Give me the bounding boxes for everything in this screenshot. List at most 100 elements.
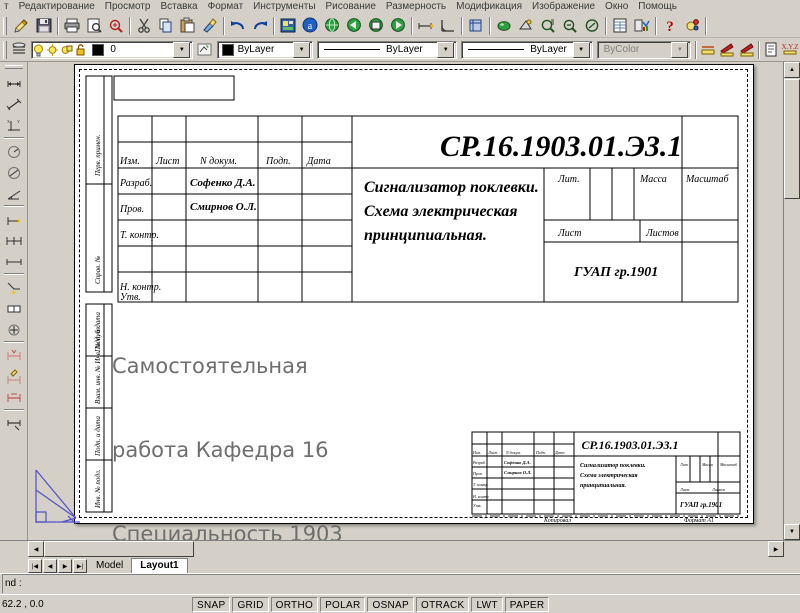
command-prompt[interactable]: nd : <box>2 574 800 593</box>
sun-icon[interactable] <box>46 43 59 57</box>
plot-icon[interactable] <box>699 39 718 60</box>
copy-icon[interactable] <box>155 15 177 36</box>
plotstyle-control-combo[interactable]: ByColor ▼ <box>596 40 692 59</box>
ucs-icon[interactable] <box>465 15 487 36</box>
scroll-down-button[interactable]: ▼ <box>784 524 800 540</box>
zoom-previous-icon[interactable] <box>559 15 581 36</box>
dimension-update-icon[interactable] <box>3 387 25 408</box>
make-current-icon[interactable] <box>195 39 214 60</box>
scroll-left-button[interactable]: ◀ <box>28 541 44 557</box>
vertical-scrollbar[interactable]: ▲ ▼ <box>783 62 800 540</box>
dimension-edit-icon[interactable] <box>3 345 25 366</box>
menu-item-0[interactable]: т <box>2 0 14 14</box>
status-toggle-ortho[interactable]: ORTHO <box>270 596 319 612</box>
layer-control-combo[interactable]: 0 ▼ <box>31 40 194 59</box>
drawing-canvas[interactable]: СР.16.1903.01.Э3.1 Сигнализатор поклевки… <box>28 62 800 540</box>
lock-icon[interactable] <box>74 43 87 57</box>
toolbar-grip[interactable] <box>4 64 23 71</box>
next-tab-icon[interactable]: ▶ <box>58 559 72 573</box>
angle-icon[interactable] <box>437 15 459 36</box>
dimension-text-edit-icon[interactable] <box>3 366 25 387</box>
menu-item-insert[interactable]: Вставка <box>155 0 202 14</box>
freeze-icon[interactable] <box>60 43 73 57</box>
light-bulb-icon[interactable] <box>32 43 45 57</box>
plot-device-icon[interactable] <box>718 39 737 60</box>
scroll-up-button[interactable]: ▲ <box>784 62 800 78</box>
attribute-icon[interactable]: a <box>299 15 321 36</box>
menu-item-view[interactable]: Просмотр <box>100 0 156 14</box>
web-back-icon[interactable] <box>343 15 365 36</box>
zoom-window-icon[interactable] <box>537 15 559 36</box>
status-toggle-lwt[interactable]: LWT <box>471 596 503 612</box>
distance-icon[interactable] <box>415 15 437 36</box>
tab-model[interactable]: Model <box>88 559 131 573</box>
layer-color-swatch[interactable] <box>92 43 105 56</box>
command-line[interactable]: nd : <box>0 573 800 594</box>
cut-icon[interactable] <box>133 15 155 36</box>
status-toggle-snap[interactable]: SNAP <box>192 596 231 612</box>
tab-layout1[interactable]: Layout1 <box>131 558 188 573</box>
zoom-realtime-icon[interactable] <box>581 15 603 36</box>
match-properties-icon[interactable] <box>199 15 221 36</box>
status-toggle-otrack[interactable]: OTRACK <box>416 596 470 612</box>
scroll-right-button[interactable]: ▶ <box>768 541 784 557</box>
center-mark-icon[interactable] <box>3 319 25 340</box>
last-tab-icon[interactable]: ▶| <box>73 559 87 573</box>
render-icon[interactable] <box>493 15 515 36</box>
vertical-scroll-thumb[interactable] <box>784 79 800 199</box>
help-icon[interactable]: ? <box>659 15 681 36</box>
3dorbit-icon[interactable] <box>515 15 537 36</box>
first-tab-icon[interactable]: |◀ <box>28 559 42 573</box>
status-toggle-polar[interactable]: POLAR <box>320 596 366 612</box>
print-icon[interactable] <box>61 15 83 36</box>
color-control-combo[interactable]: ByLayer ▼ <box>216 40 314 59</box>
menu-item-dimension[interactable]: Размерность <box>381 0 451 14</box>
dimension-style-icon[interactable] <box>3 413 25 434</box>
layout-icon[interactable] <box>762 39 781 60</box>
redo-icon[interactable] <box>249 15 271 36</box>
layers-dialog-icon[interactable] <box>10 39 29 60</box>
toolbar-grip[interactable] <box>2 16 9 36</box>
menu-item-format[interactable]: Формат <box>203 0 249 14</box>
chevron-down-icon[interactable]: ▼ <box>173 41 191 58</box>
web-save-icon[interactable] <box>365 15 387 36</box>
coordinates-display[interactable]: 62.2 , 0.0 <box>0 599 192 610</box>
status-toggle-osnap[interactable]: OSNAP <box>367 596 414 612</box>
properties-icon[interactable] <box>609 15 631 36</box>
linetype-control-combo[interactable]: ByLayer ▼ <box>317 40 458 59</box>
today-icon[interactable] <box>681 15 703 36</box>
radius-dimension-icon[interactable] <box>3 141 25 162</box>
designcenter-icon[interactable] <box>631 15 653 36</box>
insert-block-icon[interactable] <box>277 15 299 36</box>
menu-item-draw[interactable]: Рисование <box>321 0 381 14</box>
menu-item-help[interactable]: Помощь <box>633 0 682 14</box>
lineweight-control-combo[interactable]: ByLayer ▼ <box>461 40 593 59</box>
web-forward-icon[interactable] <box>387 15 409 36</box>
save-icon[interactable] <box>33 15 55 36</box>
prev-tab-icon[interactable]: ◀ <box>43 559 57 573</box>
qnew-icon[interactable] <box>11 15 33 36</box>
menu-item-tools[interactable]: Инструменты <box>248 0 320 14</box>
xyz-icon[interactable]: X.Y.Z <box>781 39 800 60</box>
menu-item-window[interactable]: Окно <box>600 0 633 14</box>
find-icon[interactable] <box>105 15 127 36</box>
chevron-down-icon[interactable]: ▼ <box>572 41 590 58</box>
ordinate-dimension-icon[interactable]: XY <box>3 115 25 136</box>
baseline-dimension-icon[interactable] <box>3 209 25 230</box>
print-preview-icon[interactable] <box>83 15 105 36</box>
horizontal-scrollbar[interactable]: ◀ ▶ <box>0 540 800 557</box>
leader-icon[interactable] <box>3 277 25 298</box>
chevron-down-icon[interactable]: ▼ <box>293 41 311 58</box>
menu-item-image[interactable]: Изображение <box>527 0 600 14</box>
status-toggle-grid[interactable]: GRID <box>232 596 269 612</box>
linear-dimension-icon[interactable] <box>3 73 25 94</box>
angular-dimension-icon[interactable] <box>3 183 25 204</box>
paper-sheet[interactable]: СР.16.1903.01.Э3.1 Сигнализатор поклевки… <box>74 64 754 540</box>
menu-item-edit[interactable]: Редактирование <box>14 0 100 14</box>
menu-item-modify[interactable]: Модификация <box>451 0 527 14</box>
tolerance-icon[interactable] <box>3 298 25 319</box>
horizontal-scroll-thumb[interactable] <box>44 541 194 557</box>
chevron-down-icon[interactable]: ▼ <box>437 41 455 58</box>
continue-dimension-icon[interactable] <box>3 230 25 251</box>
status-toggle-paper[interactable]: PAPER <box>504 596 550 612</box>
